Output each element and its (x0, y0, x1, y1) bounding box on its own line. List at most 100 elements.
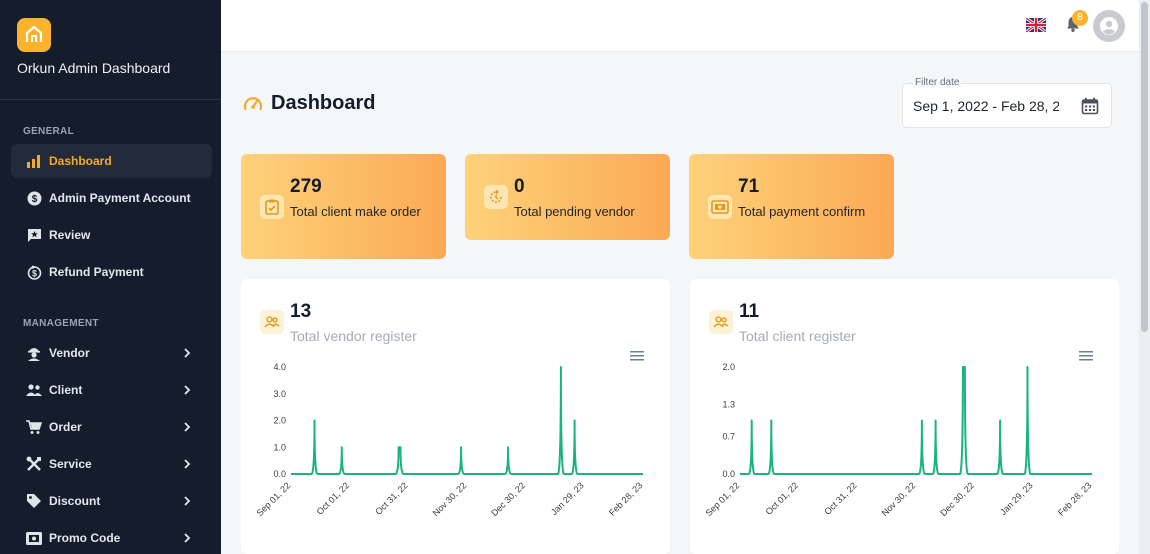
stat-card-client-orders[interactable]: 279 Total client make order (241, 154, 446, 259)
section-label-general: GENERAL (23, 126, 74, 137)
stat-label: Total pending vendor (514, 204, 635, 219)
clipboard-check-icon (260, 195, 284, 219)
sidebar-item-label: Admin Payment Account (49, 191, 191, 205)
y-tick-label: 2.0 (722, 362, 735, 372)
sidebar-item-promo-code[interactable]: Promo Code (11, 521, 212, 554)
chart-total-value: 13 (290, 301, 312, 322)
chevron-right-icon (184, 348, 191, 358)
page-title: Dashboard (271, 92, 376, 114)
dollar-circle-icon: $ (26, 190, 42, 206)
x-tick-label: Oct 31, 22 (373, 480, 409, 516)
chart-total-label: Total client register (739, 328, 856, 344)
sidebar-item-label: Review (49, 228, 91, 242)
stat-card-pending-vendor[interactable]: 0 Total pending vendor (465, 154, 670, 240)
sidebar-item-label: Service (49, 457, 92, 471)
chart-vendor-register: 0.0 1.0 2.0 3.0 4.0 Sep 01, 22 Oct 01, 22 Oct 3… (255, 362, 645, 518)
brand-logo-icon[interactable] (17, 18, 51, 52)
chart-client-register: 0.0 0.7 1.3 2.0 Sep 01, 22 Oct 01, 22 Oct 31, … (704, 362, 1094, 518)
sidebar-item-label: Promo Code (49, 531, 121, 545)
x-tick-label: Jan 29, 23 (998, 480, 1035, 517)
sidebar-item-label: Order (49, 420, 82, 434)
pending-refresh-icon (484, 185, 508, 209)
filter-date-field[interactable]: Filter date Sep 1, 2022 - Feb 28, 2023 (902, 77, 1112, 128)
chart-total-label: Total vendor register (290, 328, 417, 344)
x-tick-label: Oct 01, 22 (764, 480, 800, 516)
sidebar-item-dashboard[interactable]: Dashboard (11, 144, 212, 178)
x-tick-label: Jan 29, 23 (549, 480, 586, 517)
y-tick-label: 3.0 (273, 389, 286, 399)
sidebar-item-admin-payment-account[interactable]: $ Admin Payment Account (11, 181, 212, 215)
series-line (740, 366, 1092, 475)
tools-icon (26, 456, 42, 472)
x-tick-label: Dec 30, 22 (489, 480, 527, 518)
chart-card-client-register: 11 Total client register 0.0 0.7 1.3 2.0 Sep… (690, 279, 1119, 554)
chevron-right-icon (184, 459, 191, 469)
sidebar-item-client[interactable]: Client (11, 373, 212, 407)
y-tick-label: 0.0 (273, 469, 286, 479)
y-tick-label: 4.0 (273, 362, 286, 372)
tag-icon (26, 493, 42, 509)
sidebar-item-refund-payment[interactable]: $ Refund Payment (11, 255, 212, 289)
x-tick-label: Feb 28, 23 (607, 480, 644, 517)
review-icon (26, 227, 42, 243)
sidebar-item-order[interactable]: Order (11, 410, 212, 444)
page-header: Dashboard (243, 92, 375, 115)
x-tick-label: Dec 30, 22 (938, 480, 976, 518)
people-icon (26, 382, 42, 398)
y-tick-label: 0.0 (722, 469, 735, 479)
vendor-icon (26, 345, 42, 361)
y-tick-label: 2.0 (273, 416, 286, 426)
chevron-right-icon (184, 533, 191, 543)
sidebar-item-label: Dashboard (49, 154, 112, 168)
avatar[interactable] (1093, 10, 1125, 42)
filter-date-value[interactable]: Sep 1, 2022 - Feb 28, 2023 (913, 98, 1059, 114)
stat-value: 71 (738, 176, 760, 197)
chevron-right-icon (184, 422, 191, 432)
x-tick-label: Sep 01, 22 (704, 480, 742, 518)
sidebar-item-label: Discount (49, 494, 101, 508)
x-tick-label: Oct 01, 22 (315, 480, 351, 516)
users-icon (709, 310, 733, 334)
filter-date-label: Filter date (913, 77, 962, 88)
x-tick-label: Sep 01, 22 (255, 480, 293, 518)
promo-icon (26, 530, 42, 546)
stat-card-payment-confirm[interactable]: 71 Total payment confirm (689, 154, 894, 259)
user-avatar-icon (1100, 17, 1118, 35)
refund-icon: $ (26, 264, 42, 280)
svg-text:$: $ (31, 268, 36, 278)
sidebar-item-label: Client (49, 383, 83, 397)
stat-label: Total client make order (290, 204, 421, 219)
scrollbar-thumb[interactable] (1141, 2, 1148, 332)
sidebar-item-label: Refund Payment (49, 265, 144, 279)
sidebar-item-label: Vendor (49, 346, 90, 360)
section-label-management: MANAGEMENT (23, 318, 99, 329)
stat-label: Total payment confirm (738, 204, 866, 219)
sidebar-item-service[interactable]: Service (11, 447, 212, 481)
stat-value: 279 (290, 176, 322, 197)
bar-chart-icon (26, 153, 42, 169)
brand: Orkun Admin Dashboard (0, 0, 221, 100)
sidebar-item-review[interactable]: Review (11, 218, 212, 252)
chart-total-value: 11 (739, 301, 760, 322)
x-tick-label: Feb 28, 23 (1056, 480, 1093, 517)
stat-value: 0 (514, 176, 525, 197)
sidebar-item-vendor[interactable]: Vendor (11, 336, 212, 370)
topbar: 8 (221, 0, 1139, 52)
calendar-icon[interactable] (1081, 97, 1099, 115)
sidebar-item-discount[interactable]: Discount (11, 484, 212, 518)
series-line (291, 366, 643, 475)
cart-icon (26, 419, 42, 435)
speedometer-icon (243, 96, 263, 110)
chart-card-vendor-register: 13 Total vendor register 0.0 1.0 2.0 3.0 4.0… (241, 279, 670, 554)
notification-badge: 8 (1072, 10, 1088, 26)
y-tick-label: 1.0 (273, 442, 286, 452)
x-tick-label: Nov 30, 22 (431, 480, 469, 518)
brand-title: Orkun Admin Dashboard (17, 60, 171, 76)
y-tick-label: 1.3 (722, 399, 735, 409)
chevron-right-icon (184, 385, 191, 395)
uk-flag-icon[interactable] (1026, 18, 1046, 32)
x-tick-label: Oct 31, 22 (822, 480, 858, 516)
chevron-right-icon (184, 496, 191, 506)
users-icon (260, 310, 284, 334)
y-tick-label: 0.7 (722, 432, 735, 442)
